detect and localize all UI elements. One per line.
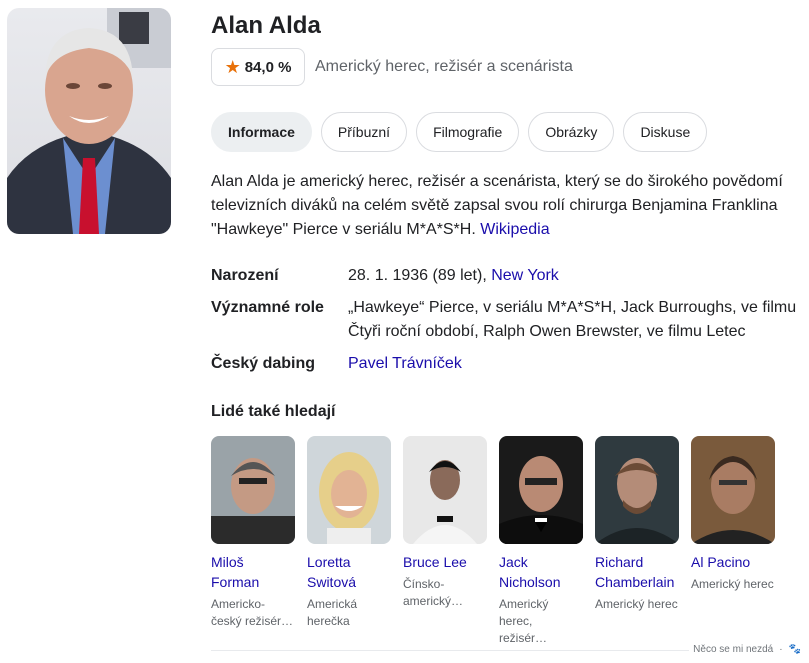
related-people: Miloš Forman Americko-český režisér… Lor…	[211, 436, 775, 647]
person-name: Al Pacino	[691, 554, 751, 570]
person-card[interactable]: Miloš Forman Americko-český režisér…	[211, 436, 295, 647]
person-desc: Americký herec	[691, 577, 774, 591]
fact-value: 28. 1. 1936 (89 let), New York	[348, 264, 806, 288]
fact-value: Pavel Trávníček	[348, 352, 806, 376]
paw-icon: 🐾	[788, 644, 801, 655]
related-title: Lidé také hledají	[211, 403, 336, 420]
star-icon: ★	[224, 57, 241, 77]
person-desc: Americký herec, režisér…	[499, 597, 549, 645]
person-name: Bruce Lee	[403, 554, 467, 570]
person-card[interactable]: Richard Chamberlain Americký herec	[595, 436, 679, 647]
feedback-dots-icon: ·	[779, 644, 783, 655]
profile-photo[interactable]	[7, 8, 171, 234]
tab-informace[interactable]: Informace	[211, 112, 312, 152]
tab-bar: Informace Příbuzní Filmografie Obrázky D…	[211, 112, 708, 152]
birth-date: 28. 1. 1936 (89 let),	[348, 267, 492, 284]
divider	[211, 650, 689, 651]
facts-list: Narození 28. 1. 1936 (89 let), New York …	[211, 264, 806, 384]
person-name: Loretta Switová	[307, 554, 357, 590]
fact-label: Český dabing	[211, 355, 316, 372]
tab-pribuzni[interactable]: Příbuzní	[320, 112, 408, 152]
person-desc: Americká herečka	[307, 597, 358, 628]
person-photo	[691, 436, 775, 544]
person-name: Jack Nicholson	[499, 554, 561, 590]
birthplace-link[interactable]: New York	[491, 267, 559, 284]
tab-filmografie[interactable]: Filmografie	[416, 112, 520, 152]
person-desc: Čínsko-americký…	[403, 577, 464, 608]
tab-obrazky[interactable]: Obrázky	[528, 112, 615, 152]
person-desc: Americko-český režisér…	[211, 597, 294, 628]
fact-dubbing: Český dabing Pavel Trávníček	[211, 352, 806, 376]
rating-value: 84,0 %	[244, 58, 292, 76]
page-title: Alan Alda	[211, 12, 321, 39]
person-photo	[499, 436, 583, 544]
fact-birth: Narození 28. 1. 1936 (89 let), New York	[211, 264, 806, 288]
person-name: Richard Chamberlain	[595, 554, 675, 590]
feedback-link[interactable]: Něco se mi nezdá · 🐾	[693, 644, 801, 655]
wikipedia-link[interactable]: Wikipedia	[480, 221, 549, 238]
person-desc: Americký herec	[595, 597, 678, 611]
dubbing-link[interactable]: Pavel Trávníček	[348, 355, 462, 372]
person-card[interactable]: Bruce Lee Čínsko-americký…	[403, 436, 487, 647]
fact-label: Narození	[211, 267, 279, 284]
person-photo	[403, 436, 487, 544]
fact-roles: Významné role „Hawkeye“ Pierce, v seriál…	[211, 296, 806, 344]
fact-value: „Hawkeye“ Pierce, v seriálu M*A*S*H, Jac…	[348, 299, 797, 340]
subtitle: Americký herec, režisér a scenárista	[315, 58, 573, 75]
person-name: Miloš Forman	[211, 554, 260, 590]
profile-photo-image	[7, 8, 171, 234]
description: Alan Alda je americký herec, režisér a s…	[211, 170, 801, 242]
person-card[interactable]: Al Pacino Americký herec	[691, 436, 775, 647]
fact-label: Významné role	[211, 299, 324, 316]
person-photo	[595, 436, 679, 544]
tab-diskuse[interactable]: Diskuse	[623, 112, 708, 152]
feedback-label: Něco se mi nezdá	[693, 644, 774, 655]
rating-badge[interactable]: ★ 84,0 %	[211, 48, 305, 86]
person-card[interactable]: Jack Nicholson Americký herec, režisér…	[499, 436, 583, 647]
person-photo	[211, 436, 295, 544]
person-photo	[307, 436, 391, 544]
person-card[interactable]: Loretta Switová Americká herečka	[307, 436, 391, 647]
